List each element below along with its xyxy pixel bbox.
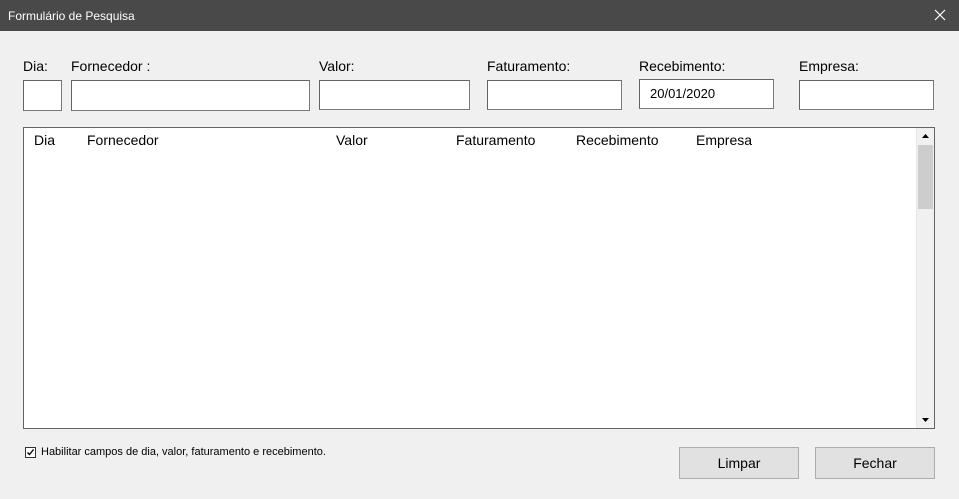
close-button[interactable]: [921, 0, 959, 31]
column-header-dia: Dia: [34, 132, 56, 148]
fornecedor-label: Fornecedor :: [71, 58, 151, 74]
column-header-faturamento: Faturamento: [456, 132, 536, 148]
habilitar-campos-checkbox[interactable]: [25, 447, 36, 458]
dia-field[interactable]: [23, 80, 62, 111]
valor-field[interactable]: [319, 80, 470, 110]
column-header-empresa: Empresa: [696, 132, 753, 148]
title-bar: Formulário de Pesquisa: [0, 0, 959, 31]
scroll-thumb[interactable]: [918, 145, 933, 209]
fechar-button[interactable]: Fechar: [815, 447, 935, 479]
column-header-recebimento: Recebimento: [576, 132, 659, 148]
recebimento-label: Recebimento:: [639, 58, 726, 74]
recebimento-field[interactable]: 20/01/2020: [639, 79, 774, 109]
scroll-down-arrow-icon: [922, 418, 929, 422]
valor-label: Valor:: [319, 58, 355, 74]
column-header-valor: Valor: [336, 132, 368, 148]
faturamento-field[interactable]: [487, 80, 622, 110]
results-list[interactable]: Dia Fornecedor Valor Faturamento Recebim…: [23, 127, 935, 429]
check-mark-icon: [27, 449, 35, 456]
habilitar-campos-label[interactable]: Habilitar campos de dia, valor, faturame…: [41, 446, 326, 458]
dia-label: Dia:: [23, 58, 48, 74]
limpar-button[interactable]: Limpar: [679, 447, 799, 479]
faturamento-label: Faturamento:: [487, 58, 571, 74]
fornecedor-field[interactable]: [71, 80, 310, 111]
empresa-field[interactable]: [799, 80, 934, 110]
scroll-up-button[interactable]: [917, 128, 934, 145]
window-title: Formulário de Pesquisa: [8, 9, 135, 23]
column-header-fornecedor: Fornecedor: [87, 132, 159, 148]
close-icon: [934, 9, 946, 21]
vertical-scrollbar[interactable]: [916, 128, 934, 428]
scroll-down-button[interactable]: [917, 411, 934, 428]
empresa-label: Empresa:: [799, 58, 859, 74]
scroll-up-arrow-icon: [922, 134, 929, 138]
